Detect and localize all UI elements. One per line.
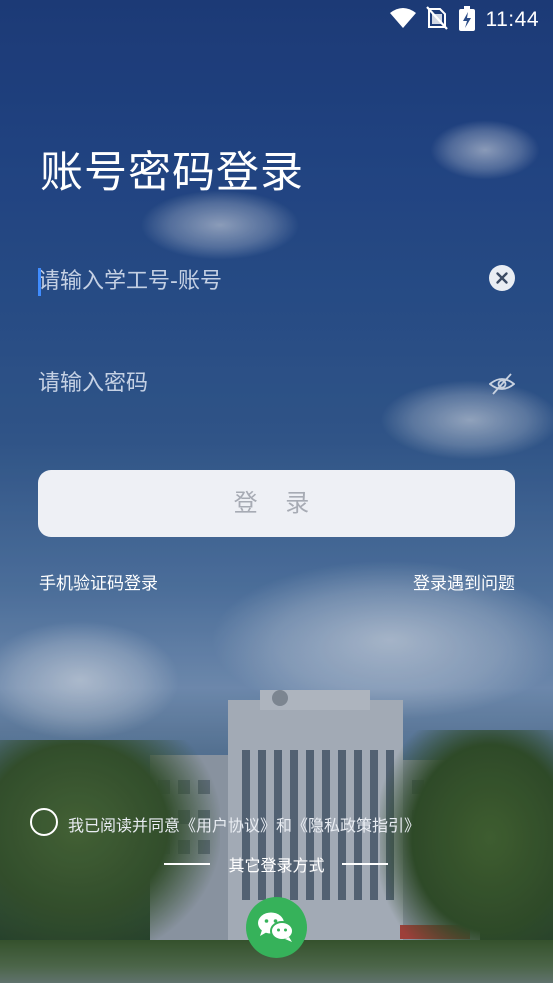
clear-icon[interactable] [489,265,515,291]
wechat-login-button[interactable] [246,897,307,958]
agreement-prefix: 我已阅读并同意 [68,816,181,835]
agreement-row: 我已阅读并同意《用户协议》和《隐私政策指引》 [30,808,510,840]
agreement-text: 我已阅读并同意《用户协议》和《隐私政策指引》 [68,812,420,836]
login-help-link[interactable]: 登录遇到问题 [413,569,515,594]
status-bar: 11:44 [0,0,553,38]
agree-checkbox[interactable] [30,808,58,836]
divider-line-right [342,863,388,865]
password-field[interactable] [38,358,516,408]
other-login-divider: 其它登录方式 [0,852,553,876]
status-time: 11:44 [485,8,539,31]
wifi-icon [390,8,416,28]
password-input[interactable] [38,358,458,408]
username-input[interactable] [38,256,458,306]
wechat-icon [258,912,294,942]
username-field[interactable] [38,256,515,306]
other-login-label: 其它登录方式 [228,856,325,875]
battery-charging-icon [459,6,475,31]
login-button[interactable]: 登 录 [38,470,515,537]
sms-login-link[interactable]: 手机验证码登录 [39,569,158,594]
eye-off-icon[interactable] [488,371,516,397]
agreement-and: 和 [276,816,293,835]
page-title: 账号密码登录 [40,148,304,198]
user-agreement-link[interactable]: 《用户协议》 [180,816,276,835]
privacy-policy-link[interactable]: 《隐私政策指引》 [292,816,420,835]
text-caret [38,268,41,296]
no-sim-icon [426,6,448,30]
login-screen: 11:44 账号密码登录 登 录 手机验证码登录 登录遇到问题 我 [0,0,553,983]
